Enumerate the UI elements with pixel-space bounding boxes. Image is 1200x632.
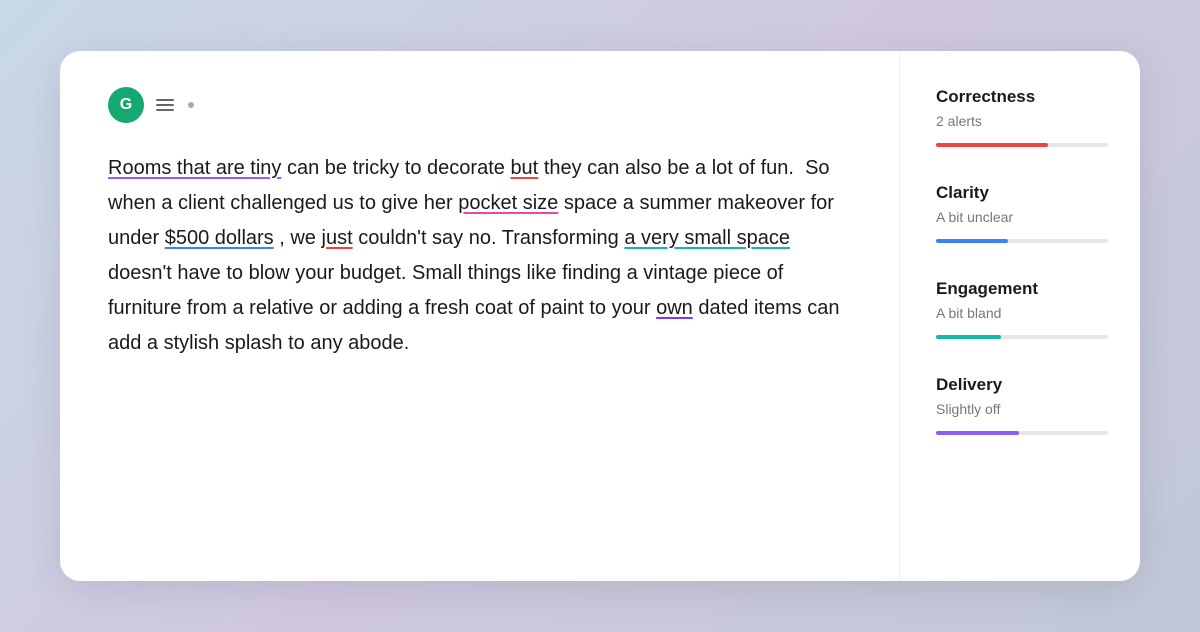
grammarly-logo: G [108,87,144,123]
engagement-bar-fill [936,335,1001,339]
annotation-pocket-size: pocket size [458,192,558,214]
engagement-bar-track [936,335,1108,339]
metrics-sidebar: Correctness 2 alerts Clarity A bit uncle… [900,51,1140,581]
correctness-metric: Correctness 2 alerts [936,87,1108,147]
clarity-bar-track [936,239,1108,243]
toolbar: G [108,87,859,123]
correctness-bar-fill [936,143,1048,147]
delivery-subtitle: Slightly off [936,401,1108,417]
clarity-title: Clarity [936,183,1108,203]
correctness-title: Correctness [936,87,1108,107]
correctness-bar-track [936,143,1108,147]
engagement-metric: Engagement A bit bland [936,279,1108,339]
annotation-rooms-that-are-tiny: Rooms that are tiny [108,157,281,179]
annotation-a-very-small-space: a very small space [624,227,790,249]
delivery-bar-track [936,431,1108,435]
delivery-metric: Delivery Slightly off [936,375,1108,435]
annotation-but: but [510,157,538,179]
clarity-metric: Clarity A bit unclear [936,183,1108,243]
delivery-bar-fill [936,431,1019,435]
document-text: Rooms that are tiny can be tricky to dec… [108,151,859,361]
annotation-just: just [322,227,353,249]
correctness-subtitle: 2 alerts [936,113,1108,129]
text-editor-area: G Rooms that are tiny can be tricky to d… [60,51,900,581]
engagement-subtitle: A bit bland [936,305,1108,321]
main-card: G Rooms that are tiny can be tricky to d… [60,51,1140,581]
delivery-title: Delivery [936,375,1108,395]
clarity-bar-fill [936,239,1008,243]
annotation-500-dollars: $500 dollars [165,227,274,249]
menu-icon[interactable] [152,95,178,115]
annotation-own: own [656,297,693,319]
more-icon[interactable] [188,102,194,108]
engagement-title: Engagement [936,279,1108,299]
clarity-subtitle: A bit unclear [936,209,1108,225]
